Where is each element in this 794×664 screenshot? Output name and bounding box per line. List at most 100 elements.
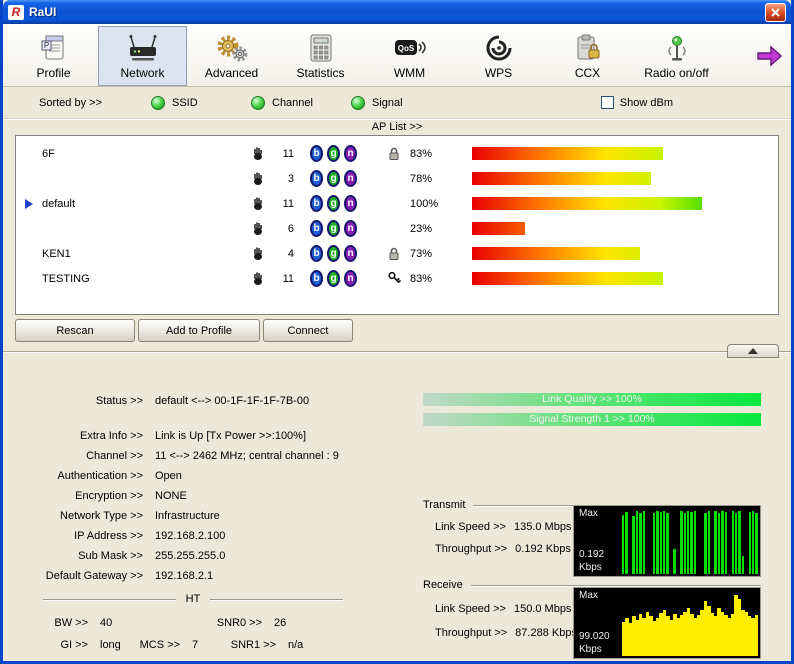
receive-chart: Max 99.020 Kbps bbox=[573, 587, 761, 659]
status-label: Sub Mask >> bbox=[3, 550, 143, 563]
tx-chart-max-label: Max bbox=[579, 508, 598, 519]
ap-modes: bgn bbox=[310, 220, 378, 237]
ap-list-header: AP List >> bbox=[3, 119, 791, 135]
connect-button[interactable]: Connect bbox=[263, 319, 353, 342]
divider-line bbox=[43, 599, 176, 600]
calculator-icon bbox=[308, 30, 334, 66]
rx-chart-value: 99.020 bbox=[579, 631, 610, 642]
toolbar-next-button[interactable] bbox=[755, 26, 787, 86]
ap-row[interactable]: 6F11bgn83% bbox=[16, 141, 778, 166]
tab-advanced[interactable]: Advanced bbox=[187, 26, 276, 86]
ap-signal-percent: 23% bbox=[410, 223, 464, 235]
add-to-profile-button[interactable]: Add to Profile bbox=[138, 319, 260, 342]
mode-n-icon: n bbox=[344, 245, 357, 262]
ap-modes: bgn bbox=[310, 270, 378, 287]
ccx-clipboard-lock-icon bbox=[574, 30, 602, 66]
ap-channel: 11 bbox=[270, 198, 294, 210]
status-value: Open bbox=[155, 470, 182, 483]
sort-by-ssid-button[interactable]: SSID bbox=[151, 96, 251, 110]
rescan-button[interactable]: Rescan bbox=[15, 319, 135, 342]
sorted-by-label: Sorted by >> bbox=[39, 97, 151, 109]
mode-g-icon: g bbox=[327, 145, 340, 162]
title-bar[interactable]: R RaUI bbox=[3, 0, 791, 24]
mode-b-icon: b bbox=[310, 220, 323, 237]
tab-wmm[interactable]: QoS WMM bbox=[365, 26, 454, 86]
ap-ssid: KEN1 bbox=[42, 248, 252, 260]
ap-row[interactable]: default 11 bgn 100% bbox=[16, 191, 778, 216]
mode-g-icon: g bbox=[327, 195, 340, 212]
tab-wps[interactable]: WPS bbox=[454, 26, 543, 86]
sort-by-channel-button[interactable]: Channel bbox=[251, 96, 351, 110]
ap-row[interactable]: TESTING11bgn83% bbox=[16, 266, 778, 291]
rx-link-speed-row: Link Speed >>150.0 Mbps bbox=[435, 603, 571, 615]
main-toolbar: P Profile Network Advanced Statistics Qo… bbox=[3, 24, 791, 87]
link-status-panel: Status >>default <--> 00-1F-1F-1F-7B-00E… bbox=[3, 371, 791, 661]
ap-row[interactable]: KEN14bgn73% bbox=[16, 241, 778, 266]
signal-bar bbox=[472, 272, 702, 285]
raui-window: R RaUI P Profile Network Advanced Statis… bbox=[0, 0, 794, 664]
tab-ccx[interactable]: CCX bbox=[543, 26, 632, 86]
selected-row-arrow bbox=[16, 199, 42, 209]
section-divider bbox=[3, 351, 791, 371]
ap-signal-percent: 100% bbox=[410, 198, 464, 210]
show-dbm-checkbox[interactable] bbox=[601, 96, 614, 109]
gears-icon bbox=[216, 30, 248, 66]
svg-text:QoS: QoS bbox=[397, 44, 414, 53]
ap-channel: 6 bbox=[270, 223, 294, 235]
status-rows: Status >>default <--> 00-1F-1F-1F-7B-00E… bbox=[3, 395, 418, 590]
mode-n-icon: n bbox=[344, 220, 357, 237]
gi-label: GI >> bbox=[3, 639, 88, 652]
gi-value: long bbox=[100, 639, 132, 652]
ap-channel: 11 bbox=[270, 148, 294, 160]
status-value: Link is Up [Tx Power >>:100%] bbox=[155, 430, 306, 443]
tab-label: Statistics bbox=[296, 66, 344, 80]
ap-ssid: default bbox=[42, 198, 252, 210]
ap-row[interactable]: 6 bgn 23% bbox=[16, 216, 778, 241]
sort-button-label: Channel bbox=[272, 97, 313, 109]
ap-modes: bgn bbox=[310, 195, 378, 212]
mode-b-icon: b bbox=[310, 245, 323, 262]
sort-button-label: SSID bbox=[172, 97, 198, 109]
show-dbm-toggle[interactable]: Show dBm bbox=[601, 96, 673, 109]
ap-channel: 4 bbox=[270, 248, 294, 260]
tab-network[interactable]: Network bbox=[98, 26, 187, 86]
tx-chart-bars bbox=[622, 508, 758, 574]
rx-link-speed-value: 150.0 Mbps bbox=[514, 603, 571, 615]
mode-b-icon: b bbox=[310, 270, 323, 287]
tab-profile[interactable]: P Profile bbox=[9, 26, 98, 86]
svg-text:P: P bbox=[43, 41, 48, 50]
status-value: default <--> 00-1F-1F-1F-7B-00 bbox=[155, 395, 309, 408]
signal-strength-text: Signal Strength 1 >> 100% bbox=[423, 413, 761, 426]
ap-ssid: 6F bbox=[42, 148, 252, 160]
mode-g-icon: g bbox=[327, 220, 340, 237]
arrow-right-icon bbox=[755, 44, 785, 68]
close-button[interactable] bbox=[765, 3, 786, 22]
mcs-label: MCS >> bbox=[132, 639, 180, 652]
lock-icon bbox=[378, 246, 410, 261]
tab-statistics[interactable]: Statistics bbox=[276, 26, 365, 86]
tx-chart-unit: Kbps bbox=[579, 562, 602, 573]
action-button-row: Rescan Add to Profile Connect bbox=[3, 315, 791, 345]
status-label: Extra Info >> bbox=[3, 430, 143, 443]
link-quality-bar: Link Quality >> 100% bbox=[423, 393, 761, 406]
collapse-status-button[interactable] bbox=[727, 344, 779, 358]
signal-bar bbox=[472, 247, 702, 260]
tx-chart-value: 0.192 bbox=[579, 549, 604, 560]
mode-b-icon: b bbox=[310, 170, 323, 187]
status-label: Default Gateway >> bbox=[3, 570, 143, 583]
ap-modes: bgn bbox=[310, 245, 378, 262]
snr0-value: 26 bbox=[274, 617, 286, 630]
sort-by-signal-button[interactable]: Signal bbox=[351, 96, 451, 110]
ht-row-1: BW >> 40 SNR0 >> 26 bbox=[3, 617, 286, 630]
ap-row[interactable]: 3bgn78% bbox=[16, 166, 778, 191]
antenna-icon bbox=[663, 30, 691, 66]
divider-line bbox=[210, 599, 343, 600]
ht-row-2: GI >> long MCS >> 7 SNR1 >> n/a bbox=[3, 639, 303, 652]
window-title: RaUI bbox=[29, 5, 56, 19]
ht-section-header: HT bbox=[43, 593, 343, 605]
show-dbm-label: Show dBm bbox=[620, 97, 673, 109]
status-label: Authentication >> bbox=[3, 470, 143, 483]
mcs-value: 7 bbox=[192, 639, 218, 652]
tab-radio-on-off[interactable]: Radio on/off bbox=[632, 26, 721, 86]
mode-g-icon: g bbox=[327, 270, 340, 287]
